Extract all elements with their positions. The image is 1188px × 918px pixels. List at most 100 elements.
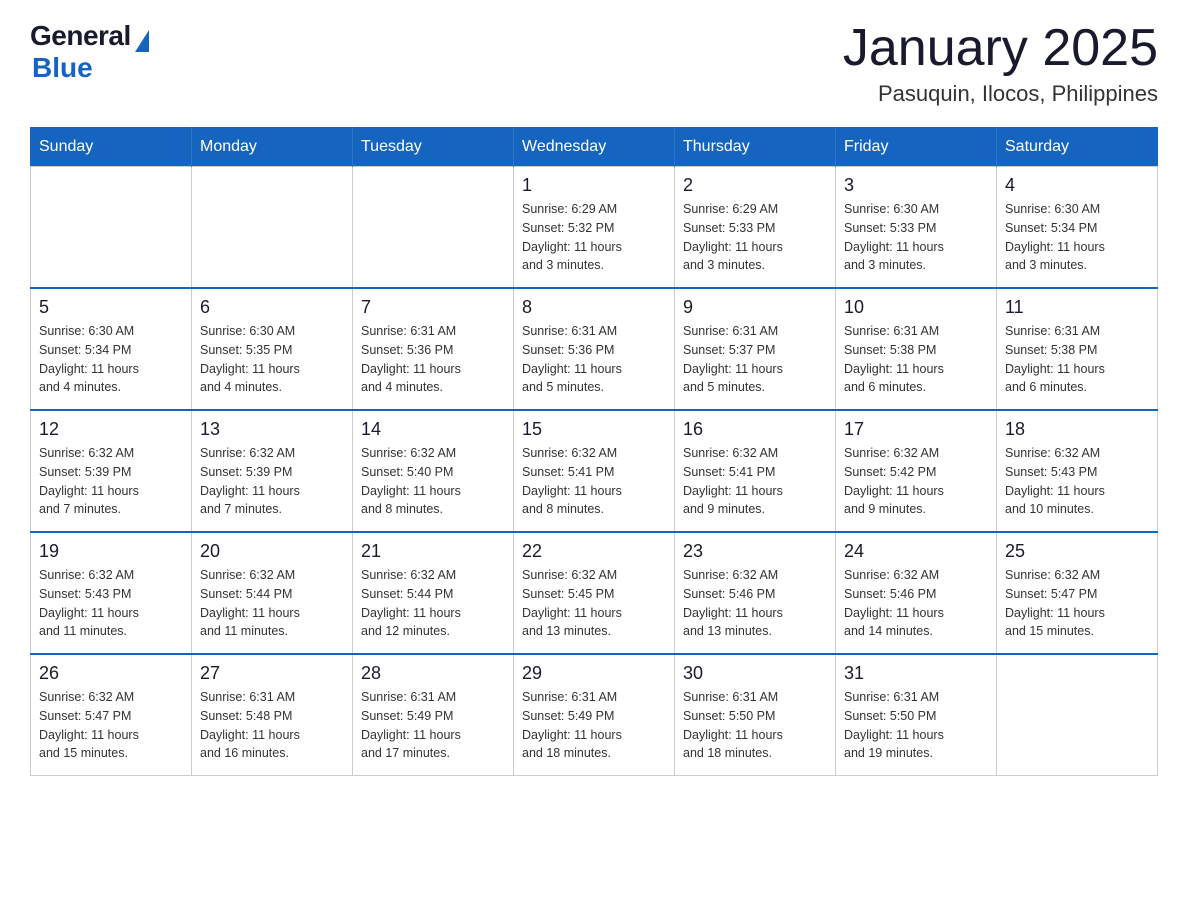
- logo-blue-text: Blue: [32, 52, 93, 84]
- column-header-friday: Friday: [836, 128, 997, 167]
- calendar-cell: 18 Sunrise: 6:32 AM Sunset: 5:43 PM Dayli…: [997, 410, 1158, 532]
- week-row-4: 19 Sunrise: 6:32 AM Sunset: 5:43 PM Dayli…: [31, 532, 1158, 654]
- day-info: Sunrise: 6:31 AM Sunset: 5:49 PM Dayligh…: [361, 688, 505, 763]
- day-number: 25: [1005, 541, 1149, 562]
- calendar-cell: 11 Sunrise: 6:31 AM Sunset: 5:38 PM Dayli…: [997, 288, 1158, 410]
- calendar-cell: 10 Sunrise: 6:31 AM Sunset: 5:38 PM Dayli…: [836, 288, 997, 410]
- day-info: Sunrise: 6:32 AM Sunset: 5:40 PM Dayligh…: [361, 444, 505, 519]
- calendar-cell: 27 Sunrise: 6:31 AM Sunset: 5:48 PM Dayli…: [192, 654, 353, 776]
- day-info: Sunrise: 6:30 AM Sunset: 5:34 PM Dayligh…: [39, 322, 183, 397]
- calendar-cell: 29 Sunrise: 6:31 AM Sunset: 5:49 PM Dayli…: [514, 654, 675, 776]
- day-info: Sunrise: 6:32 AM Sunset: 5:46 PM Dayligh…: [683, 566, 827, 641]
- day-info: Sunrise: 6:32 AM Sunset: 5:47 PM Dayligh…: [39, 688, 183, 763]
- calendar-cell: [192, 167, 353, 289]
- day-info: Sunrise: 6:31 AM Sunset: 5:50 PM Dayligh…: [844, 688, 988, 763]
- week-row-1: 1 Sunrise: 6:29 AM Sunset: 5:32 PM Daylig…: [31, 167, 1158, 289]
- week-row-2: 5 Sunrise: 6:30 AM Sunset: 5:34 PM Daylig…: [31, 288, 1158, 410]
- calendar-cell: 8 Sunrise: 6:31 AM Sunset: 5:36 PM Daylig…: [514, 288, 675, 410]
- day-info: Sunrise: 6:31 AM Sunset: 5:37 PM Dayligh…: [683, 322, 827, 397]
- column-header-wednesday: Wednesday: [514, 128, 675, 167]
- calendar-cell: [31, 167, 192, 289]
- day-info: Sunrise: 6:30 AM Sunset: 5:34 PM Dayligh…: [1005, 200, 1149, 275]
- day-info: Sunrise: 6:29 AM Sunset: 5:32 PM Dayligh…: [522, 200, 666, 275]
- day-info: Sunrise: 6:32 AM Sunset: 5:41 PM Dayligh…: [522, 444, 666, 519]
- day-info: Sunrise: 6:30 AM Sunset: 5:33 PM Dayligh…: [844, 200, 988, 275]
- week-row-3: 12 Sunrise: 6:32 AM Sunset: 5:39 PM Dayli…: [31, 410, 1158, 532]
- day-number: 26: [39, 663, 183, 684]
- calendar-cell: 4 Sunrise: 6:30 AM Sunset: 5:34 PM Daylig…: [997, 167, 1158, 289]
- day-info: Sunrise: 6:32 AM Sunset: 5:44 PM Dayligh…: [200, 566, 344, 641]
- day-info: Sunrise: 6:31 AM Sunset: 5:38 PM Dayligh…: [844, 322, 988, 397]
- day-number: 28: [361, 663, 505, 684]
- day-info: Sunrise: 6:32 AM Sunset: 5:41 PM Dayligh…: [683, 444, 827, 519]
- calendar-cell: [353, 167, 514, 289]
- day-number: 16: [683, 419, 827, 440]
- day-number: 11: [1005, 297, 1149, 318]
- calendar-cell: 20 Sunrise: 6:32 AM Sunset: 5:44 PM Dayli…: [192, 532, 353, 654]
- column-header-sunday: Sunday: [31, 128, 192, 167]
- day-number: 23: [683, 541, 827, 562]
- day-number: 22: [522, 541, 666, 562]
- logo-general-text: General: [30, 20, 131, 52]
- calendar-cell: 28 Sunrise: 6:31 AM Sunset: 5:49 PM Dayli…: [353, 654, 514, 776]
- day-number: 4: [1005, 175, 1149, 196]
- day-info: Sunrise: 6:31 AM Sunset: 5:49 PM Dayligh…: [522, 688, 666, 763]
- day-number: 7: [361, 297, 505, 318]
- calendar-cell: 13 Sunrise: 6:32 AM Sunset: 5:39 PM Dayli…: [192, 410, 353, 532]
- day-number: 10: [844, 297, 988, 318]
- week-row-5: 26 Sunrise: 6:32 AM Sunset: 5:47 PM Dayli…: [31, 654, 1158, 776]
- calendar-table: SundayMondayTuesdayWednesdayThursdayFrid…: [30, 127, 1158, 776]
- calendar-cell: 22 Sunrise: 6:32 AM Sunset: 5:45 PM Dayli…: [514, 532, 675, 654]
- day-number: 20: [200, 541, 344, 562]
- calendar-cell: 6Sunrise: 6:30 AM Sunset: 5:35 PM Daylig…: [192, 288, 353, 410]
- calendar-cell: 26 Sunrise: 6:32 AM Sunset: 5:47 PM Dayli…: [31, 654, 192, 776]
- day-number: 18: [1005, 419, 1149, 440]
- day-number: 17: [844, 419, 988, 440]
- day-number: 8: [522, 297, 666, 318]
- calendar-cell: 25 Sunrise: 6:32 AM Sunset: 5:47 PM Dayli…: [997, 532, 1158, 654]
- day-info: Sunrise: 6:32 AM Sunset: 5:39 PM Dayligh…: [200, 444, 344, 519]
- calendar-cell: 17Sunrise: 6:32 AM Sunset: 5:42 PM Dayli…: [836, 410, 997, 532]
- day-info: Sunrise: 6:32 AM Sunset: 5:47 PM Dayligh…: [1005, 566, 1149, 641]
- day-number: 19: [39, 541, 183, 562]
- day-number: 30: [683, 663, 827, 684]
- day-number: 12: [39, 419, 183, 440]
- day-info: Sunrise: 6:29 AM Sunset: 5:33 PM Dayligh…: [683, 200, 827, 275]
- calendar-cell: 30Sunrise: 6:31 AM Sunset: 5:50 PM Dayli…: [675, 654, 836, 776]
- calendar-cell: 19 Sunrise: 6:32 AM Sunset: 5:43 PM Dayli…: [31, 532, 192, 654]
- day-number: 27: [200, 663, 344, 684]
- logo: General Blue: [30, 20, 149, 84]
- calendar-cell: 23 Sunrise: 6:32 AM Sunset: 5:46 PM Dayli…: [675, 532, 836, 654]
- month-title: January 2025: [843, 20, 1158, 77]
- day-number: 14: [361, 419, 505, 440]
- calendar-cell: 3 Sunrise: 6:30 AM Sunset: 5:33 PM Daylig…: [836, 167, 997, 289]
- calendar-cell: [997, 654, 1158, 776]
- calendar-cell: 1 Sunrise: 6:29 AM Sunset: 5:32 PM Daylig…: [514, 167, 675, 289]
- day-info: Sunrise: 6:31 AM Sunset: 5:48 PM Dayligh…: [200, 688, 344, 763]
- calendar-cell: 24 Sunrise: 6:32 AM Sunset: 5:46 PM Dayli…: [836, 532, 997, 654]
- title-area: January 2025 Pasuquin, Ilocos, Philippin…: [843, 20, 1158, 107]
- day-info: Sunrise: 6:31 AM Sunset: 5:36 PM Dayligh…: [522, 322, 666, 397]
- calendar-cell: 12Sunrise: 6:32 AM Sunset: 5:39 PM Dayli…: [31, 410, 192, 532]
- day-number: 9: [683, 297, 827, 318]
- day-info: Sunrise: 6:32 AM Sunset: 5:46 PM Dayligh…: [844, 566, 988, 641]
- page-header: General Blue January 2025 Pasuquin, Iloc…: [30, 20, 1158, 107]
- day-number: 13: [200, 419, 344, 440]
- day-info: Sunrise: 6:32 AM Sunset: 5:43 PM Dayligh…: [39, 566, 183, 641]
- day-number: 31: [844, 663, 988, 684]
- column-header-monday: Monday: [192, 128, 353, 167]
- calendar-cell: 9 Sunrise: 6:31 AM Sunset: 5:37 PM Daylig…: [675, 288, 836, 410]
- logo-triangle-icon: [135, 30, 149, 52]
- calendar-cell: 5 Sunrise: 6:30 AM Sunset: 5:34 PM Daylig…: [31, 288, 192, 410]
- day-info: Sunrise: 6:32 AM Sunset: 5:45 PM Dayligh…: [522, 566, 666, 641]
- day-info: Sunrise: 6:30 AM Sunset: 5:35 PM Dayligh…: [200, 322, 344, 397]
- day-number: 29: [522, 663, 666, 684]
- day-number: 21: [361, 541, 505, 562]
- day-info: Sunrise: 6:32 AM Sunset: 5:43 PM Dayligh…: [1005, 444, 1149, 519]
- day-number: 24: [844, 541, 988, 562]
- day-number: 5: [39, 297, 183, 318]
- day-number: 3: [844, 175, 988, 196]
- day-info: Sunrise: 6:31 AM Sunset: 5:38 PM Dayligh…: [1005, 322, 1149, 397]
- day-number: 1: [522, 175, 666, 196]
- calendar-cell: 16 Sunrise: 6:32 AM Sunset: 5:41 PM Dayli…: [675, 410, 836, 532]
